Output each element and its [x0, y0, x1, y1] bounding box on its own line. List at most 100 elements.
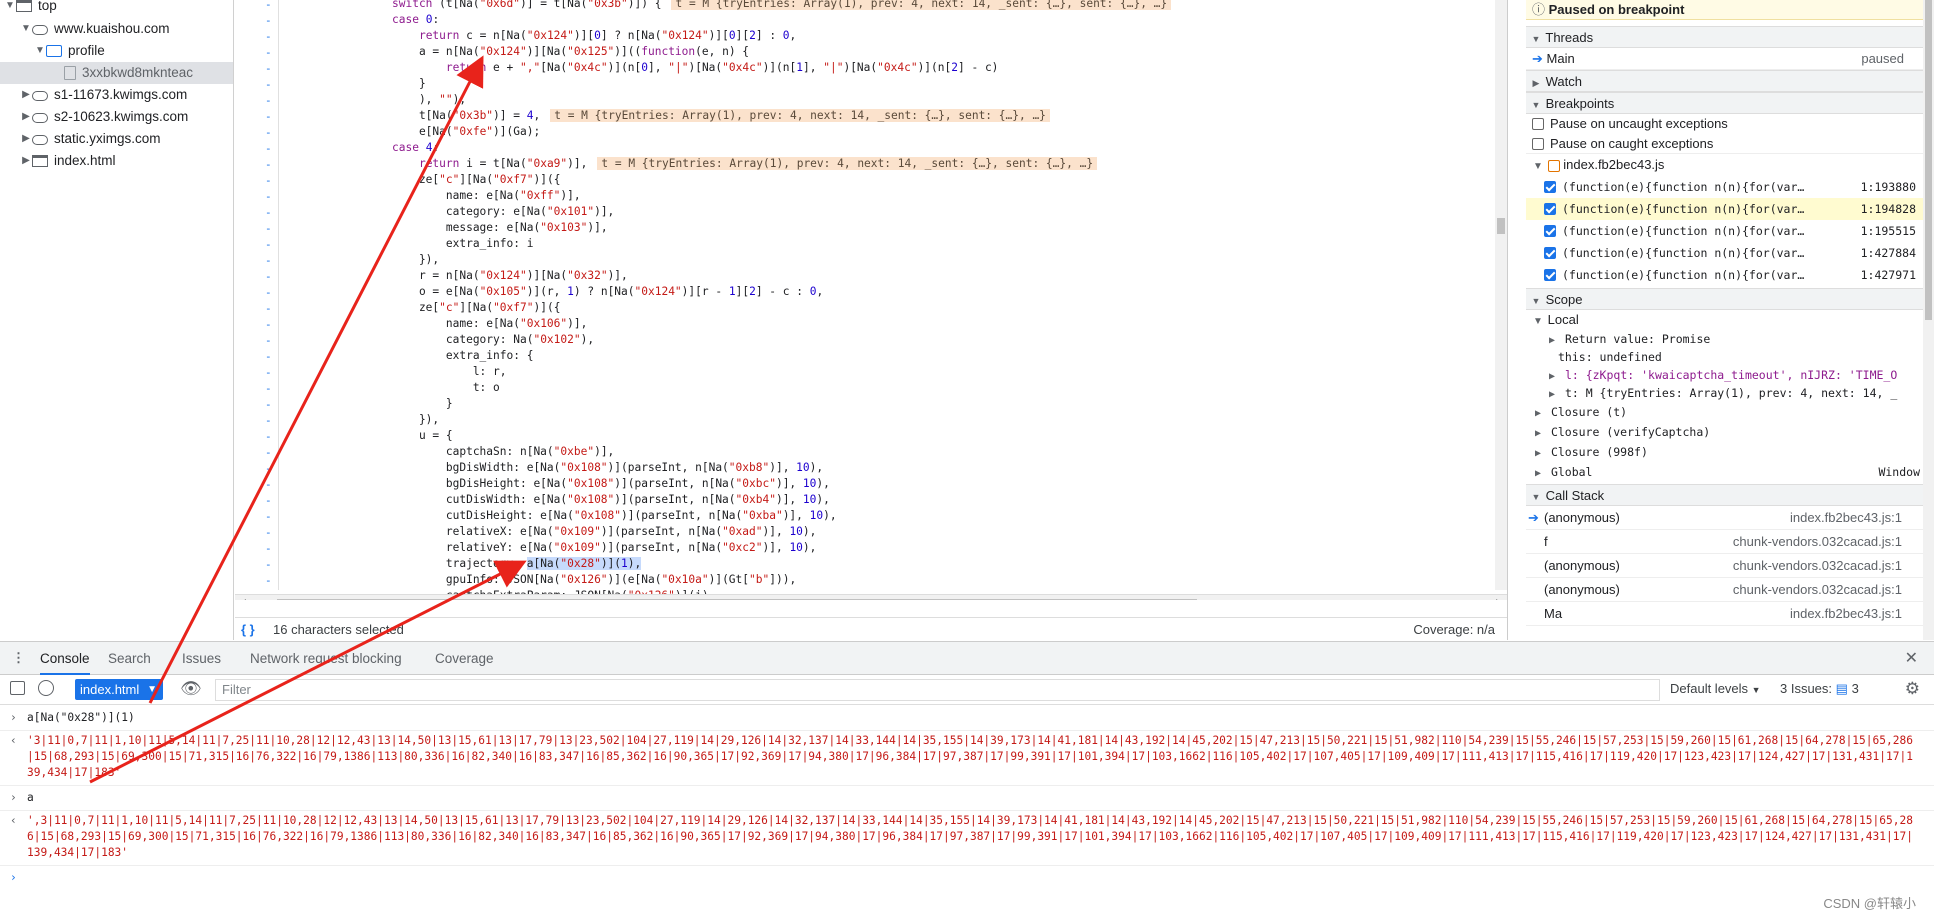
console-prompt[interactable]: ›: [0, 866, 1934, 884]
scroll-thumb[interactable]: [277, 599, 1197, 600]
code-line[interactable]: message: e[Na("0x103")],: [392, 220, 608, 236]
code-line[interactable]: extra_info: i: [392, 236, 534, 252]
code-line[interactable]: trajectory: a[Na("0x28")](1),: [392, 556, 642, 572]
code-line[interactable]: switch (t[Na("0x6d")] = t[Na("0x3b")]) {…: [392, 0, 1172, 12]
console-input-line[interactable]: › a[Na("0x28")](1): [0, 706, 1934, 731]
scope-variable[interactable]: ▶ t: M {tryEntries: Array(1), prev: 4, n…: [1526, 384, 1924, 402]
code-line[interactable]: return i = t[Na("0xa9")], t = M {tryEntri…: [392, 156, 1098, 172]
tab-console[interactable]: Console: [40, 642, 90, 675]
checkbox[interactable]: [1532, 137, 1544, 150]
checkbox[interactable]: [1532, 117, 1544, 130]
breakpoints-section-header[interactable]: ▼ Breakpoints: [1526, 92, 1924, 114]
tab-coverage[interactable]: Coverage: [435, 642, 494, 675]
expand-arrow-icon[interactable]: ▼: [34, 40, 46, 62]
callstack-frame[interactable]: ➔ (anonymous) index.fb2bec43.js:1: [1526, 506, 1924, 530]
pause-caught-option[interactable]: Pause on caught exceptions: [1526, 134, 1924, 154]
editor-vertical-scrollbar[interactable]: [1495, 0, 1507, 590]
pretty-print-icon[interactable]: { }: [241, 618, 255, 642]
scope-variable[interactable]: ▶ Return value: Promise: [1526, 330, 1924, 348]
sidebar-toggle-icon[interactable]: [10, 681, 25, 695]
code-line[interactable]: case 4:: [392, 140, 439, 156]
breakpoint-file[interactable]: ▼ index.fb2bec43.js: [1526, 154, 1924, 176]
code-line[interactable]: relativeY: e[Na("0x109")](parseInt, n[Na…: [392, 540, 817, 556]
log-levels-dropdown[interactable]: Default levels ▼: [1670, 681, 1761, 696]
scope-variable[interactable]: ▶ l: {zKpqt: 'kwaicaptcha_timeout', nIJR…: [1526, 366, 1924, 384]
expand-arrow-icon[interactable]: ▼: [20, 18, 32, 40]
tab-search[interactable]: Search: [108, 642, 151, 675]
code-line[interactable]: }: [392, 76, 426, 92]
scope-global[interactable]: ▶ Global Window: [1526, 462, 1924, 482]
code-line[interactable]: gpuInfo: JSON[Na("0x126")](e[Na("0x10a")…: [392, 572, 796, 588]
tree-item-file[interactable]: ▶ index.html: [20, 150, 115, 172]
tree-item-top[interactable]: ▼ top: [4, 0, 57, 17]
code-line[interactable]: ), ""),: [392, 92, 466, 108]
code-line[interactable]: name: e[Na("0xff")],: [392, 188, 581, 204]
tree-item-file[interactable]: 3xxbkwd8mknteac: [0, 62, 233, 84]
code-line[interactable]: return e + ","[Na("0x4c")](n[0], "|")[Na…: [392, 60, 999, 76]
expand-arrow-icon[interactable]: ▶: [20, 128, 32, 150]
expand-arrow-icon[interactable]: ▶: [20, 150, 32, 172]
tree-item-domain[interactable]: ▼ www.kuaishou.com: [20, 18, 170, 40]
scope-closure[interactable]: ▶ Closure (t): [1526, 402, 1924, 422]
code-line[interactable]: relativeX: e[Na("0x109")](parseInt, n[Na…: [392, 524, 817, 540]
context-selector[interactable]: index.html ▼: [75, 679, 163, 700]
settings-gear-icon[interactable]: ⚙: [1905, 679, 1920, 699]
code-line[interactable]: o = e[Na("0x105")](r, 1) ? n[Na("0x124")…: [392, 284, 823, 300]
console-output-line[interactable]: ‹ '3|11|0,7|11|1,10|11|5,14|11|7,25|11|10…: [0, 731, 1934, 786]
breakpoint-item[interactable]: (function(e){function n(n){for(var… 1:194…: [1526, 198, 1924, 220]
code-line[interactable]: captchaSn: n[Na("0xbe")],: [392, 444, 614, 460]
code-line[interactable]: }: [392, 396, 453, 412]
checkbox[interactable]: [1544, 202, 1556, 215]
checkbox[interactable]: [1544, 180, 1556, 193]
source-editor[interactable]: -------------------------------------- s…: [235, 0, 1507, 600]
console-messages[interactable]: › a[Na("0x28")](1) ‹ '3|11|0,7|11|1,10|11|5…: [0, 706, 1934, 884]
callstack-frame[interactable]: (anonymous) chunk-vendors.032cacad.js:1: [1526, 554, 1924, 578]
code-line[interactable]: e[Na("0xfe")](Ga);: [392, 124, 540, 140]
editor-horizontal-scrollbar[interactable]: ◀ ▶: [235, 594, 1507, 600]
code-line[interactable]: extra_info: {: [392, 348, 534, 364]
code-line[interactable]: ze["c"][Na("0xf7")]({: [392, 300, 561, 316]
watch-section-header[interactable]: ▶ Watch: [1526, 70, 1924, 92]
sidebar-scrollbar[interactable]: [1923, 0, 1934, 640]
code-line[interactable]: u = {: [392, 428, 453, 444]
code-line[interactable]: cutDisWidth: e[Na("0x108")](parseInt, n[…: [392, 492, 830, 508]
pause-uncaught-option[interactable]: Pause on uncaught exceptions: [1526, 114, 1924, 134]
callstack-section-header[interactable]: ▼ Call Stack: [1526, 484, 1924, 506]
tree-item-domain[interactable]: ▶ s2-10623.kwimgs.com: [20, 106, 188, 128]
clear-console-icon[interactable]: [38, 680, 54, 696]
expand-arrow-icon[interactable]: ▶: [20, 84, 32, 106]
breakpoint-item[interactable]: (function(e){function n(n){for(var… 1:427…: [1526, 264, 1924, 286]
code-line[interactable]: r = n[Na("0x124")][Na("0x32")],: [392, 268, 628, 284]
code-line[interactable]: return c = n[Na("0x124")][0] ? n[Na("0x1…: [392, 28, 796, 44]
code-line[interactable]: bgDisWidth: e[Na("0x108")](parseInt, n[N…: [392, 460, 823, 476]
code-line[interactable]: t: o: [392, 380, 500, 396]
callstack-frame[interactable]: (anonymous) chunk-vendors.032cacad.js:1: [1526, 578, 1924, 602]
tree-item-domain[interactable]: ▶ s1-11673.kwimgs.com: [20, 84, 187, 106]
breakpoint-item[interactable]: (function(e){function n(n){for(var… 1:427…: [1526, 242, 1924, 264]
expand-arrow-icon[interactable]: ▼: [4, 0, 16, 17]
code-line[interactable]: bgDisHeight: e[Na("0x108")](parseInt, n[…: [392, 476, 830, 492]
breakpoint-item[interactable]: (function(e){function n(n){for(var… 1:195…: [1526, 220, 1924, 242]
scope-closure[interactable]: ▶ Closure (998f): [1526, 442, 1924, 462]
checkbox[interactable]: [1544, 224, 1556, 237]
scope-local[interactable]: ▼ Local: [1526, 310, 1924, 330]
console-output-line[interactable]: ‹ ',3|11|0,7|11|1,10|11|5,14|11|7,25|11|1…: [0, 811, 1934, 866]
scope-section-header[interactable]: ▼ Scope: [1526, 288, 1924, 310]
expand-arrow-icon[interactable]: ▶: [20, 106, 32, 128]
code-line[interactable]: ze["c"][Na("0xf7")]({: [392, 172, 561, 188]
code-line[interactable]: }),: [392, 412, 439, 428]
console-input-line[interactable]: › a: [0, 786, 1934, 811]
filter-input[interactable]: Filter: [215, 679, 1660, 701]
code-line[interactable]: category: Na("0x102"),: [392, 332, 594, 348]
code-area[interactable]: switch (t[Na("0x6d")] = t[Na("0x3b")]) {…: [235, 0, 1507, 600]
code-line[interactable]: a = n[Na("0x124")][Na("0x125")]((functio…: [392, 44, 749, 60]
thread-main[interactable]: ➔ Main paused: [1526, 48, 1924, 70]
tree-item-folder[interactable]: ▼ profile: [34, 40, 105, 62]
more-tabs-icon[interactable]: ⋮: [12, 650, 25, 666]
checkbox[interactable]: [1544, 268, 1556, 281]
code-line[interactable]: cutDisHeight: e[Na("0x108")](parseInt, n…: [392, 508, 837, 524]
code-line[interactable]: t[Na("0x3b")] = 4, t = M {tryEntries: Arr…: [392, 108, 1050, 124]
threads-section-header[interactable]: ▼ Threads: [1526, 26, 1924, 48]
breakpoint-item[interactable]: (function(e){function n(n){for(var… 1:193…: [1526, 176, 1924, 198]
code-line[interactable]: l: r,: [392, 364, 507, 380]
